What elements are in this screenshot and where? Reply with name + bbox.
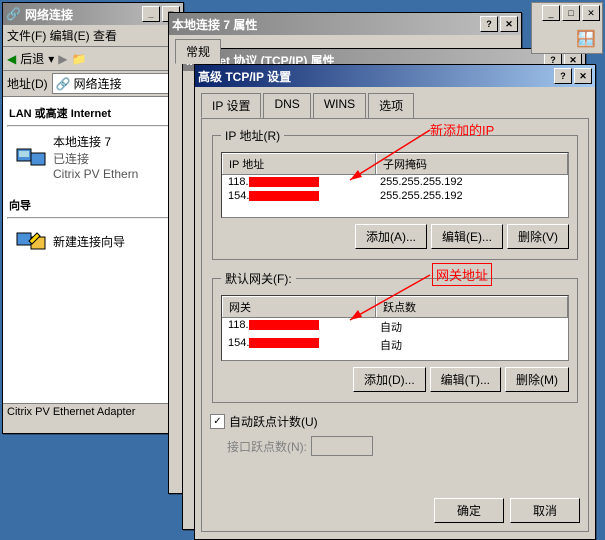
redacted: [249, 320, 319, 330]
ok-button[interactable]: 确定: [434, 498, 504, 523]
col-metric[interactable]: 跃点数: [376, 296, 568, 317]
redacted: [249, 338, 319, 348]
iface-metric-label: 接口跃点数(N):: [227, 438, 307, 455]
maximize-button[interactable]: □: [562, 5, 580, 21]
connection-icon: [15, 141, 47, 173]
delete-ip-button[interactable]: 删除(V): [507, 224, 569, 249]
metric-value: 自动: [374, 318, 568, 336]
close-button[interactable]: ✕: [582, 5, 600, 21]
network-icon: 🔗: [56, 77, 71, 91]
gw-value: 118.: [228, 319, 249, 331]
titlebar[interactable]: 高级 TCP/IP 设置 ? ✕: [195, 65, 595, 87]
close-button[interactable]: ✕: [574, 68, 592, 84]
ip-row[interactable]: 118. 255.255.255.192: [222, 175, 568, 189]
background-window-fragment: _ □ ✕ 🪟: [531, 2, 603, 54]
tab-wins[interactable]: WINS: [313, 93, 366, 118]
tab-dns[interactable]: DNS: [263, 93, 310, 118]
section-wizard: 向导: [7, 193, 179, 217]
menu-items[interactable]: 文件(F) 编辑(E) 查看: [7, 29, 117, 43]
ip-row[interactable]: 154. 255.255.255.192: [222, 189, 568, 203]
ip-addresses-group: IP 地址(R) IP 地址 子网掩码 118. 255.255.255.192…: [212, 127, 578, 260]
section-lan: LAN 或高速 Internet: [7, 101, 179, 125]
connection-item[interactable]: 本地连接 7 已连接 Citrix PV Ethern: [7, 131, 179, 183]
group-legend: 默认网关(F):: [221, 270, 296, 287]
gw-value: 154.: [228, 337, 249, 349]
conn-status: 已连接: [53, 150, 138, 167]
help-button[interactable]: ?: [554, 68, 572, 84]
toolbar: ◀ 后退 ▾ ▶ 📁: [3, 47, 183, 71]
forward-icon: ▶: [58, 52, 67, 66]
auto-metric-row: ✓ 自动跃点计数(U): [210, 413, 580, 430]
gateways-group: 默认网关(F): 网关 跃点数 118. 自动 154. 自动 添加(D)...…: [212, 270, 578, 403]
ip-value: 118.: [228, 176, 249, 188]
help-button[interactable]: ?: [480, 16, 498, 32]
conn-name: 本地连接 7: [53, 133, 138, 150]
delete-gw-button[interactable]: 删除(M): [505, 367, 569, 392]
dialog-buttons: 确定 取消: [434, 498, 580, 523]
iface-metric-input: [311, 436, 373, 456]
mask-value: 255.255.255.192: [374, 189, 568, 203]
content-area: LAN 或高速 Internet 本地连接 7 已连接 Citrix PV Et…: [3, 97, 183, 403]
ip-listview[interactable]: IP 地址 子网掩码 118. 255.255.255.192 154. 255…: [221, 152, 569, 218]
iface-metric-row: 接口跃点数(N):: [210, 436, 580, 456]
network-connections-window: 🔗网络连接 _ □ 文件(F) 编辑(E) 查看 ◀ 后退 ▾ ▶ 📁 地址(D…: [2, 2, 184, 434]
addr-input[interactable]: 🔗 网络连接: [52, 73, 179, 94]
back-icon[interactable]: ◀: [7, 52, 16, 66]
cancel-button[interactable]: 取消: [510, 498, 580, 523]
folder-icon: 🔗: [6, 7, 21, 21]
tab-options[interactable]: 选项: [368, 93, 414, 118]
gw-row[interactable]: 154. 自动: [222, 336, 568, 354]
group-legend: IP 地址(R): [221, 127, 284, 144]
menubar[interactable]: 文件(F) 编辑(E) 查看: [3, 25, 183, 47]
windows-flag-icon: 🪟: [576, 31, 596, 48]
edit-gw-button[interactable]: 编辑(T)...: [430, 367, 501, 392]
col-ip[interactable]: IP 地址: [222, 153, 376, 174]
address-bar: 地址(D) 🔗 网络连接: [3, 71, 183, 97]
titlebar[interactable]: 本地连接 7 属性 ? ✕: [169, 13, 521, 35]
tab-panel: IP 地址(R) IP 地址 子网掩码 118. 255.255.255.192…: [201, 118, 589, 532]
auto-metric-checkbox[interactable]: ✓: [210, 414, 225, 429]
gw-row[interactable]: 118. 自动: [222, 318, 568, 336]
edit-ip-button[interactable]: 编辑(E)...: [431, 224, 503, 249]
up-icon[interactable]: 📁: [72, 52, 87, 66]
wizard-label: 新建连接向导: [53, 233, 125, 250]
title-text: 网络连接: [25, 6, 73, 23]
tab-general[interactable]: 常规: [175, 39, 221, 64]
advanced-tcpip-window: 高级 TCP/IP 设置 ? ✕ IP 设置 DNS WINS 选项 IP 地址…: [194, 64, 596, 540]
addr-label: 地址(D): [7, 75, 48, 92]
redacted: [249, 177, 319, 187]
titlebar[interactable]: 🔗网络连接 _ □: [3, 3, 183, 25]
title-text: 高级 TCP/IP 设置: [198, 68, 291, 85]
tab-ip-settings[interactable]: IP 设置: [201, 93, 261, 118]
back-button[interactable]: 后退: [20, 50, 44, 67]
col-gateway[interactable]: 网关: [222, 296, 376, 317]
dropdown-icon[interactable]: ▾: [48, 52, 54, 66]
statusbar: Citrix PV Ethernet Adapter: [3, 403, 183, 420]
mask-value: 255.255.255.192: [374, 175, 568, 189]
auto-metric-label: 自动跃点计数(U): [229, 413, 318, 430]
redacted: [249, 191, 319, 201]
title-text: 本地连接 7 属性: [172, 16, 257, 33]
conn-device: Citrix PV Ethern: [53, 167, 138, 181]
metric-value: 自动: [374, 336, 568, 354]
minimize-button[interactable]: _: [142, 6, 160, 22]
add-ip-button[interactable]: 添加(A)...: [355, 224, 427, 249]
col-mask[interactable]: 子网掩码: [376, 153, 568, 174]
wizard-item[interactable]: 新建连接向导: [7, 223, 179, 259]
ip-value: 154.: [228, 190, 249, 202]
add-gw-button[interactable]: 添加(D)...: [353, 367, 426, 392]
gateway-listview[interactable]: 网关 跃点数 118. 自动 154. 自动: [221, 295, 569, 361]
addr-value: 网络连接: [74, 75, 122, 92]
minimize-button[interactable]: _: [542, 5, 560, 21]
wizard-icon: [15, 225, 47, 257]
close-button[interactable]: ✕: [500, 16, 518, 32]
